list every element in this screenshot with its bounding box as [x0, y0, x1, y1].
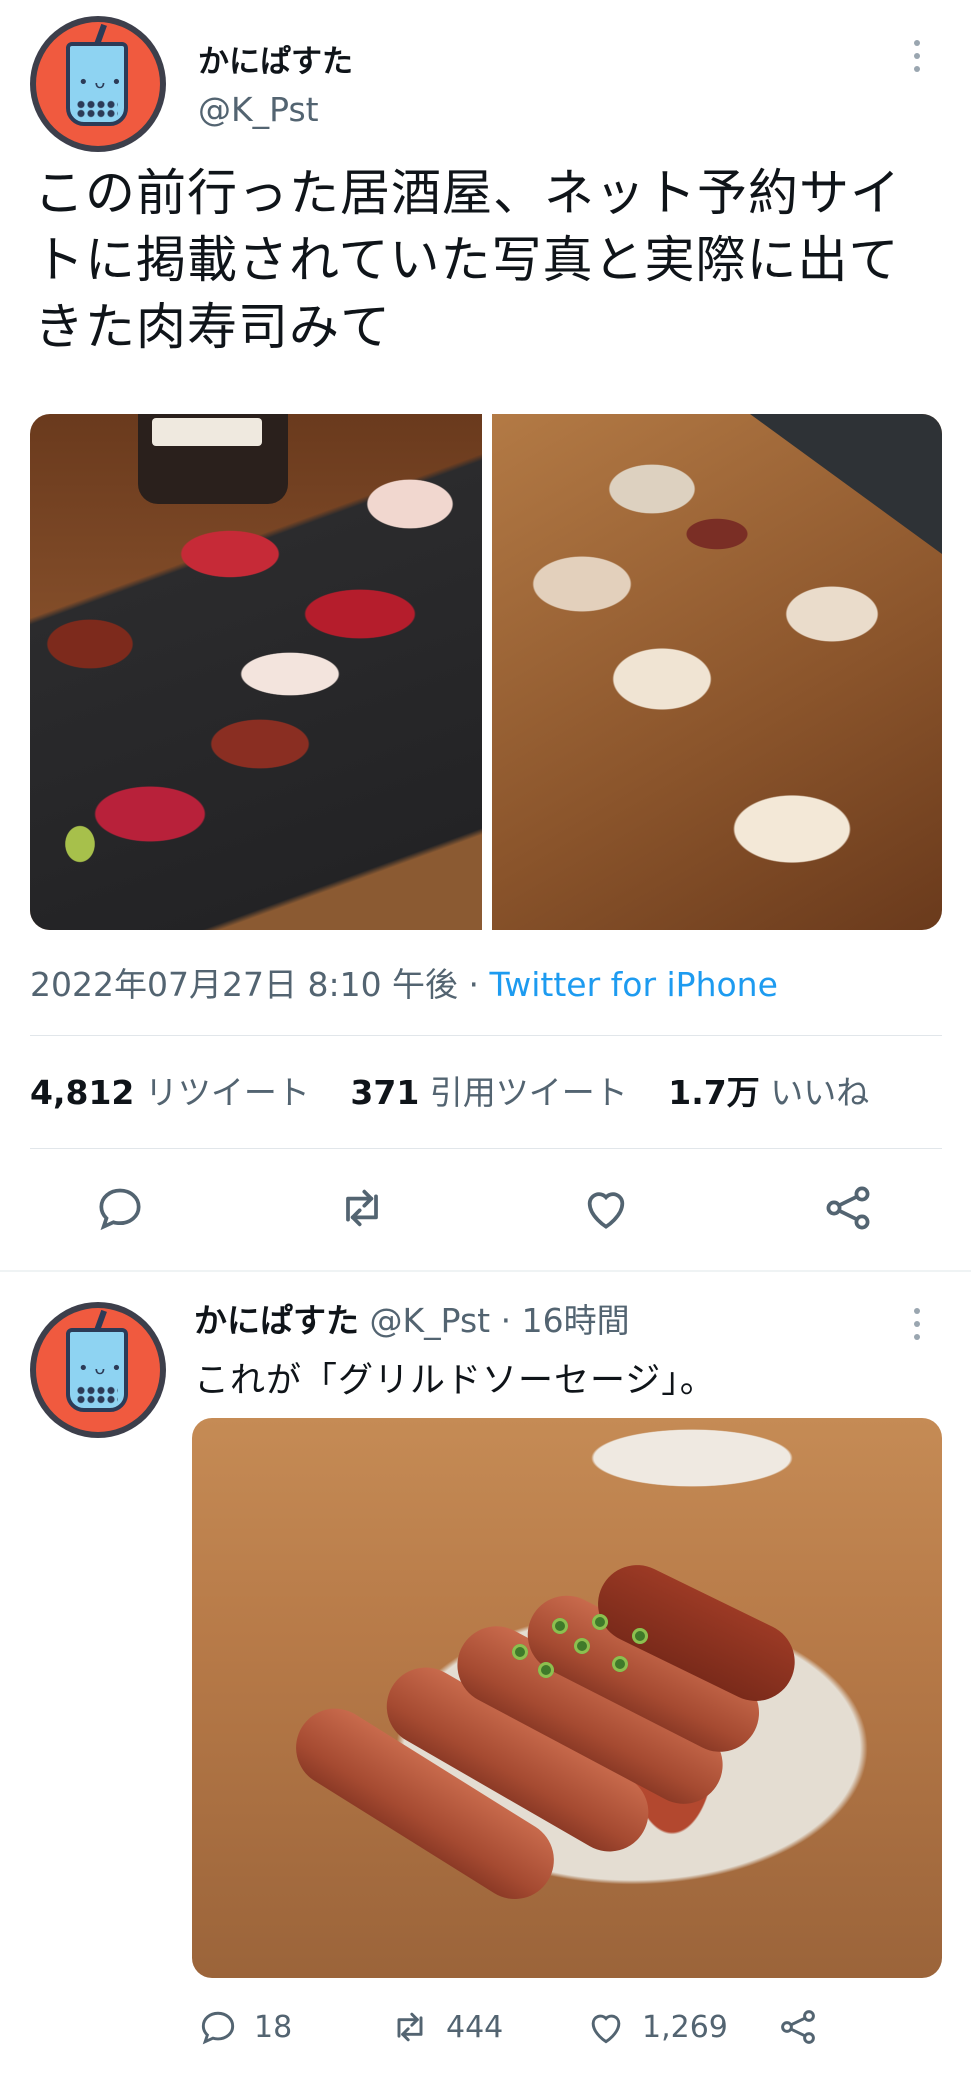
user-handle[interactable]: @K_Pst [370, 1301, 491, 1340]
tweet-timestamp: 2022年07月27日 8:10 午後 · Twitter for iPhone [30, 958, 778, 1006]
retweets-count: 4,812 [30, 1073, 135, 1112]
quotes-stat[interactable]: 371 引用ツイート [350, 1073, 627, 1112]
more-options-icon[interactable] [912, 1308, 922, 1347]
tapioca-graphic [76, 1386, 118, 1404]
media-grid [30, 414, 942, 930]
time-separator: · [490, 1301, 522, 1340]
main-tweet: • ᴗ • かにぱすた @K_Pst この前行った居酒屋、ネット予約サイ トに掲… [0, 0, 971, 1270]
avatar[interactable]: • ᴗ • [30, 1302, 166, 1438]
quotes-count: 371 [350, 1073, 420, 1112]
scallion-graphic [552, 1618, 568, 1634]
retweet-icon[interactable] [334, 1180, 390, 1236]
source-link[interactable]: Twitter for iPhone [490, 965, 778, 1004]
scallion-graphic [632, 1628, 648, 1644]
tapioca-graphic [76, 100, 118, 118]
share-button[interactable] [776, 2004, 834, 2050]
likes-count: 1.7万 [668, 1073, 760, 1112]
divider [30, 1035, 942, 1036]
avatar[interactable]: • ᴗ • [30, 16, 166, 152]
scallion-graphic [592, 1614, 608, 1630]
likes-label: いいね [770, 1073, 870, 1112]
retweets-label: リツイート [144, 1073, 310, 1112]
reply-button[interactable]: 18 [196, 2004, 292, 2050]
scallion-graphic [512, 1644, 528, 1660]
tweet-actions [0, 1180, 971, 1240]
tweet-stats: 4,812 リツイート 371 引用ツイート 1.7万 いいね [30, 1066, 899, 1114]
tweet-text-line: きた肉寿司みて [34, 298, 391, 356]
reply-actions: 18 444 1,269 [0, 2004, 971, 2054]
scallion-graphic [538, 1662, 554, 1678]
actual-sushi-photo[interactable] [492, 414, 942, 930]
retweets-stat[interactable]: 4,812 リツイート [30, 1073, 310, 1112]
timestamp-separator: · [458, 965, 490, 1004]
like-count: 1,269 [642, 2009, 728, 2045]
scallion-graphic [612, 1656, 628, 1672]
scallion-graphic [574, 1638, 590, 1654]
more-options-icon[interactable] [912, 40, 922, 79]
retweet-button[interactable]: 444 [388, 2004, 503, 2050]
likes-stat[interactable]: 1.7万 いいね [668, 1073, 869, 1112]
reply-count: 18 [254, 2009, 293, 2045]
retweet-count: 444 [446, 2009, 504, 2045]
sausage-photo[interactable] [192, 1418, 942, 1978]
like-button[interactable]: 1,269 [584, 2004, 728, 2050]
face-graphic: • ᴗ • [78, 72, 122, 93]
share-icon [781, 2010, 815, 2044]
quotes-label: 引用ツイート [429, 1073, 628, 1112]
divider [30, 1148, 942, 1149]
tweet-text-line: トに掲載されていた写真と実際に出て [34, 231, 900, 289]
user-handle[interactable]: @K_Pst [198, 90, 319, 129]
share-icon[interactable] [820, 1180, 876, 1236]
retweet-icon [397, 2012, 423, 2042]
face-graphic: • ᴗ • [78, 1358, 122, 1379]
timestamp-text: 2022年07月27日 8:10 午後 [30, 965, 459, 1004]
relative-time[interactable]: 16時間 [522, 1301, 630, 1340]
display-name[interactable]: かにぱすた [194, 1301, 359, 1340]
reply-tweet[interactable]: • ᴗ • かにぱすた @K_Pst · 16時間 これが「グリルドソーセージ」… [0, 1272, 971, 2076]
like-icon[interactable] [578, 1180, 634, 1236]
bottle-label-graphic [152, 418, 262, 446]
reply-header: かにぱすた @K_Pst · 16時間 [194, 1294, 630, 1342]
tweet-text-line: この前行った居酒屋、ネット予約サイ [34, 164, 901, 222]
tweet-text: この前行った居酒屋、ネット予約サイ トに掲載されていた写真と実際に出て きた肉寿… [34, 160, 944, 361]
advertised-sushi-photo[interactable] [30, 414, 482, 930]
reply-icon [201, 2011, 235, 2045]
like-icon [591, 2014, 621, 2044]
background-graphic [750, 414, 942, 554]
reply-icon[interactable] [92, 1180, 148, 1236]
display-name[interactable]: かにぱすた [198, 36, 353, 81]
tweet-text: これが「グリルドソーセージ」。 [194, 1361, 716, 1401]
